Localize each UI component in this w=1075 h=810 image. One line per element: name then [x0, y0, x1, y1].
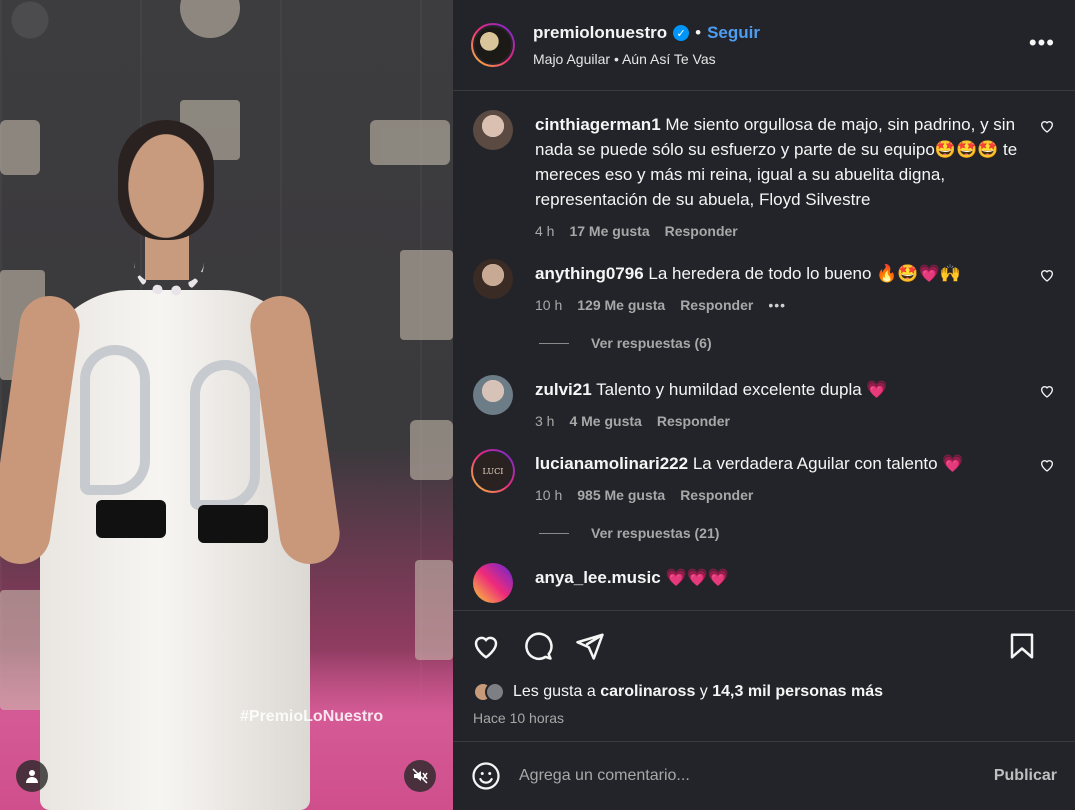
media-hashtag: #PremioLoNuestro [240, 708, 384, 725]
mute-icon [412, 768, 428, 784]
comment-text: 💗💗💗 [665, 568, 729, 587]
comment-composer: Publicar [453, 741, 1075, 810]
comment-avatar[interactable] [473, 110, 513, 150]
audio-info: Majo Aguilar • Aún Así Te Vas [533, 51, 760, 67]
reply-button[interactable]: Responder [665, 223, 738, 239]
comment-time[interactable]: 3 h [535, 413, 554, 429]
comment-likes[interactable]: 129 Me gusta [577, 297, 665, 313]
comment-avatar[interactable] [473, 259, 513, 299]
author-avatar[interactable] [471, 23, 515, 67]
view-replies-label: Ver respuestas (6) [591, 335, 712, 351]
comment-time[interactable]: 10 h [535, 487, 562, 503]
post-header: premiolonuestro ✓ • Seguir Majo Aguilar … [453, 0, 1075, 91]
comment-avatar[interactable] [473, 375, 513, 415]
comment-item: zulvi21 Talento y humildad excelente dup… [473, 375, 1055, 429]
reply-button[interactable]: Responder [680, 487, 753, 503]
reply-button[interactable]: Responder [657, 413, 730, 429]
emoji-icon[interactable] [471, 761, 501, 791]
liker-username[interactable]: carolinaross [600, 683, 695, 701]
heart-icon[interactable] [1039, 383, 1055, 399]
comment-input[interactable] [519, 767, 994, 785]
comments-list[interactable]: cinthiagerman1 Me siento orgullosa de ma… [453, 91, 1075, 610]
liker-avatar[interactable] [485, 682, 505, 702]
audio-artist[interactable]: Majo Aguilar [533, 51, 610, 67]
bookmark-icon[interactable] [1007, 631, 1037, 661]
audio-separator: • [613, 51, 619, 67]
comment-more-icon[interactable]: ••• [768, 297, 786, 313]
more-icon[interactable]: ••• [1029, 30, 1055, 56]
mute-button[interactable] [404, 760, 436, 792]
heart-icon[interactable] [1039, 267, 1055, 283]
post-panel: premiolonuestro ✓ • Seguir Majo Aguilar … [453, 0, 1075, 810]
comment-icon[interactable] [523, 631, 553, 661]
instagram-post-modal: #PremioLoNuestro premiolonuestro ✓ • Seg… [0, 0, 1075, 810]
comment-time[interactable]: 4 h [535, 223, 554, 239]
follow-button[interactable]: Seguir [707, 23, 760, 43]
comment-username[interactable]: lucianamolinari222 [535, 454, 688, 473]
comment-text: Talento y humildad excelente dupla 💗 [596, 380, 888, 399]
share-icon[interactable] [575, 631, 605, 661]
view-replies-button[interactable]: Ver respuestas (6) [539, 335, 1055, 351]
comment-likes[interactable]: 17 Me gusta [569, 223, 649, 239]
verified-icon: ✓ [673, 25, 690, 41]
comment-username[interactable]: anything0796 [535, 264, 644, 283]
likes-connector: y [699, 683, 708, 700]
heart-icon[interactable] [1039, 118, 1055, 134]
heart-icon[interactable] [471, 631, 501, 661]
user-tag-button[interactable] [16, 760, 48, 792]
view-replies-label: Ver respuestas (21) [591, 525, 720, 541]
comment-avatar[interactable] [473, 563, 513, 603]
comment-time[interactable]: 10 h [535, 297, 562, 313]
comment-avatar[interactable]: LUCI [471, 449, 515, 493]
user-tag-icon [26, 770, 38, 783]
post-media[interactable]: #PremioLoNuestro [0, 0, 453, 810]
likes-prefix: Les gusta a [513, 683, 596, 700]
comment-username[interactable]: cinthiagerman1 [535, 115, 661, 134]
comment-username[interactable]: anya_lee.music [535, 568, 661, 587]
comment-item: anya_lee.music 💗💗💗 [473, 563, 1055, 603]
comment-item: LUCI lucianamolinari222 La verdadera Agu… [471, 449, 1055, 503]
audio-song[interactable]: Aún Así Te Vas [622, 51, 716, 67]
comment-item: anything0796 La heredera de todo lo buen… [473, 259, 1055, 313]
comment-likes[interactable]: 4 Me gusta [569, 413, 641, 429]
reply-button[interactable]: Responder [680, 297, 753, 313]
view-replies-button[interactable]: Ver respuestas (21) [539, 525, 1055, 541]
comment-item: cinthiagerman1 Me siento orgullosa de ma… [473, 110, 1055, 239]
comment-text: La heredera de todo lo bueno 🔥🤩💗🙌 [648, 264, 961, 283]
likes-summary: Les gusta a carolinaross y 14,3 mil pers… [453, 680, 1075, 704]
comment-username[interactable]: zulvi21 [535, 380, 592, 399]
comment-likes[interactable]: 985 Me gusta [577, 487, 665, 503]
person-figure [0, 110, 344, 810]
publish-button[interactable]: Publicar [994, 767, 1057, 785]
trophy-right [190, 360, 260, 510]
post-time[interactable]: Hace 10 horas [453, 704, 1075, 726]
heart-icon[interactable] [1039, 457, 1055, 473]
head [118, 120, 214, 240]
action-bar [453, 610, 1075, 680]
separator: • [695, 23, 702, 42]
trophy-left [80, 345, 150, 495]
likes-others[interactable]: 14,3 mil personas más [712, 683, 883, 701]
comment-text: La verdadera Aguilar con talento 💗 [692, 454, 964, 473]
author-username[interactable]: premiolonuestro [533, 23, 667, 43]
